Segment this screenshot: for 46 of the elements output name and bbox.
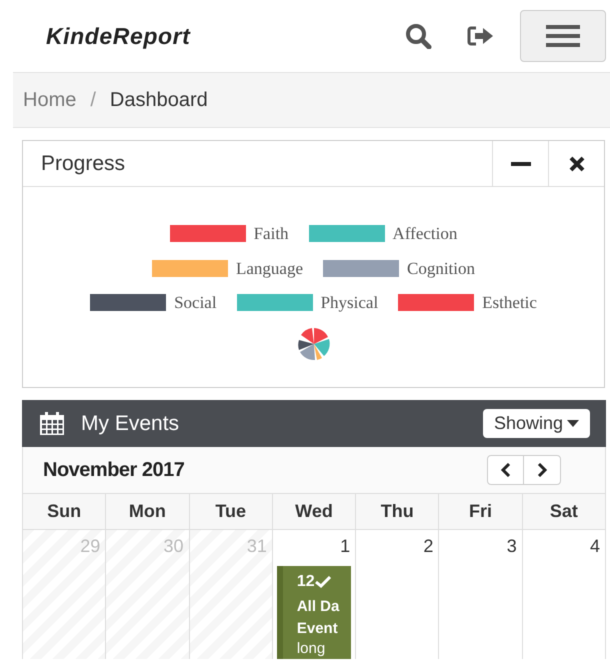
calendar-event[interactable]: 12 All Da Event long <box>276 566 351 659</box>
weekday-header: Wed <box>272 493 356 529</box>
day-cell[interactable]: 4 <box>522 529 606 659</box>
menu-button[interactable] <box>520 10 606 62</box>
weekday-header: Sun <box>23 493 106 529</box>
legend-label: Cognition <box>407 258 476 280</box>
legend-label: Affection <box>392 223 458 245</box>
legend-label: Language <box>236 258 303 280</box>
weekday-header: Fri <box>439 493 523 529</box>
weekday-header: Thu <box>356 493 440 529</box>
day-number: 4 <box>590 535 601 558</box>
minus-icon <box>510 162 530 166</box>
breadcrumb-link[interactable]: Home <box>23 85 76 115</box>
legend-label: Esthetic <box>482 292 537 314</box>
weekday-header: Mon <box>106 493 190 529</box>
weekday-header: Sat <box>522 493 606 529</box>
chevron-right-icon <box>537 463 547 477</box>
calendar-icon <box>39 412 65 436</box>
day-number: 30 <box>164 535 185 558</box>
menu-icon <box>546 25 580 47</box>
day-number: 1 <box>340 535 352 558</box>
breadcrumb-separator: / <box>90 88 96 113</box>
event-description: long <box>296 640 326 658</box>
legend-label: Social <box>174 292 217 314</box>
legend-label: Faith <box>254 223 289 245</box>
breadcrumb-link[interactable]: Dashboard <box>110 85 208 115</box>
search-icon[interactable] <box>404 23 434 49</box>
day-cell[interactable]: 3 <box>439 529 523 659</box>
day-number: 2 <box>423 535 434 558</box>
brand-logo[interactable]: KindeReport <box>46 18 190 54</box>
chevron-left-icon <box>500 463 510 477</box>
weekday-header: Tue <box>190 493 273 529</box>
legend-label: Physical <box>320 292 378 314</box>
day-cell[interactable]: 2 <box>356 529 440 659</box>
close-icon <box>568 156 584 172</box>
day-number: 3 <box>506 535 518 558</box>
event-time: 12 <box>296 572 315 592</box>
calendar-month: November 2017 <box>43 458 184 483</box>
caret-icon <box>567 420 579 427</box>
panel-title: Progress <box>41 150 126 177</box>
panel-title: My Events <box>81 410 180 437</box>
day-number: 29 <box>80 535 102 558</box>
day-cell[interactable]: 1 12 All Da Event long <box>272 529 356 659</box>
showing-dropdown[interactable]: Showing <box>482 409 590 438</box>
day-number: 31 <box>246 535 268 558</box>
check-icon <box>314 576 331 588</box>
